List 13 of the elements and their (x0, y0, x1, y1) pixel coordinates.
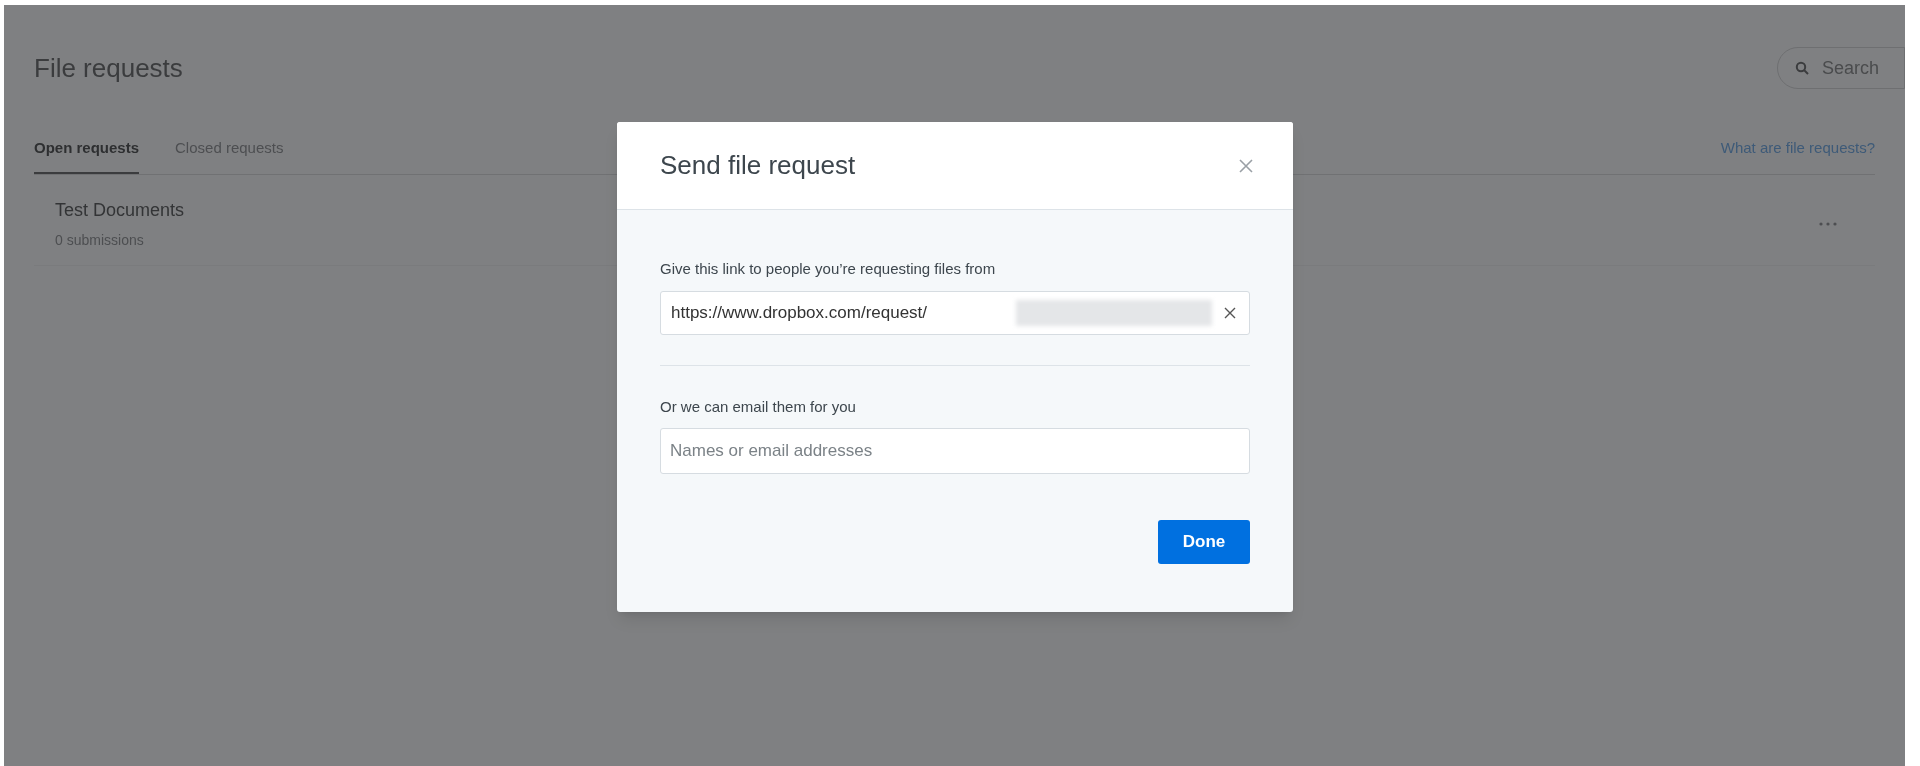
help-link[interactable]: What are file requests? (1720, 137, 1875, 174)
link-label: Give this link to people you’re requesting files from (660, 259, 997, 279)
page-title: File requests (34, 55, 183, 81)
more-options-icon[interactable] (1819, 221, 1837, 226)
email-field[interactable]: Names or email addresses (660, 428, 1250, 474)
request-name[interactable]: Test Documents (55, 196, 185, 224)
dialog-title: Send file request (660, 149, 856, 182)
search-icon (1795, 61, 1809, 75)
clear-icon[interactable] (1224, 306, 1236, 319)
email-label: Or we can email them for you (660, 396, 857, 417)
tab[interactable]: Open requests (34, 137, 140, 174)
close-icon[interactable] (1239, 158, 1253, 173)
done-button[interactable]: Done (1158, 520, 1250, 564)
